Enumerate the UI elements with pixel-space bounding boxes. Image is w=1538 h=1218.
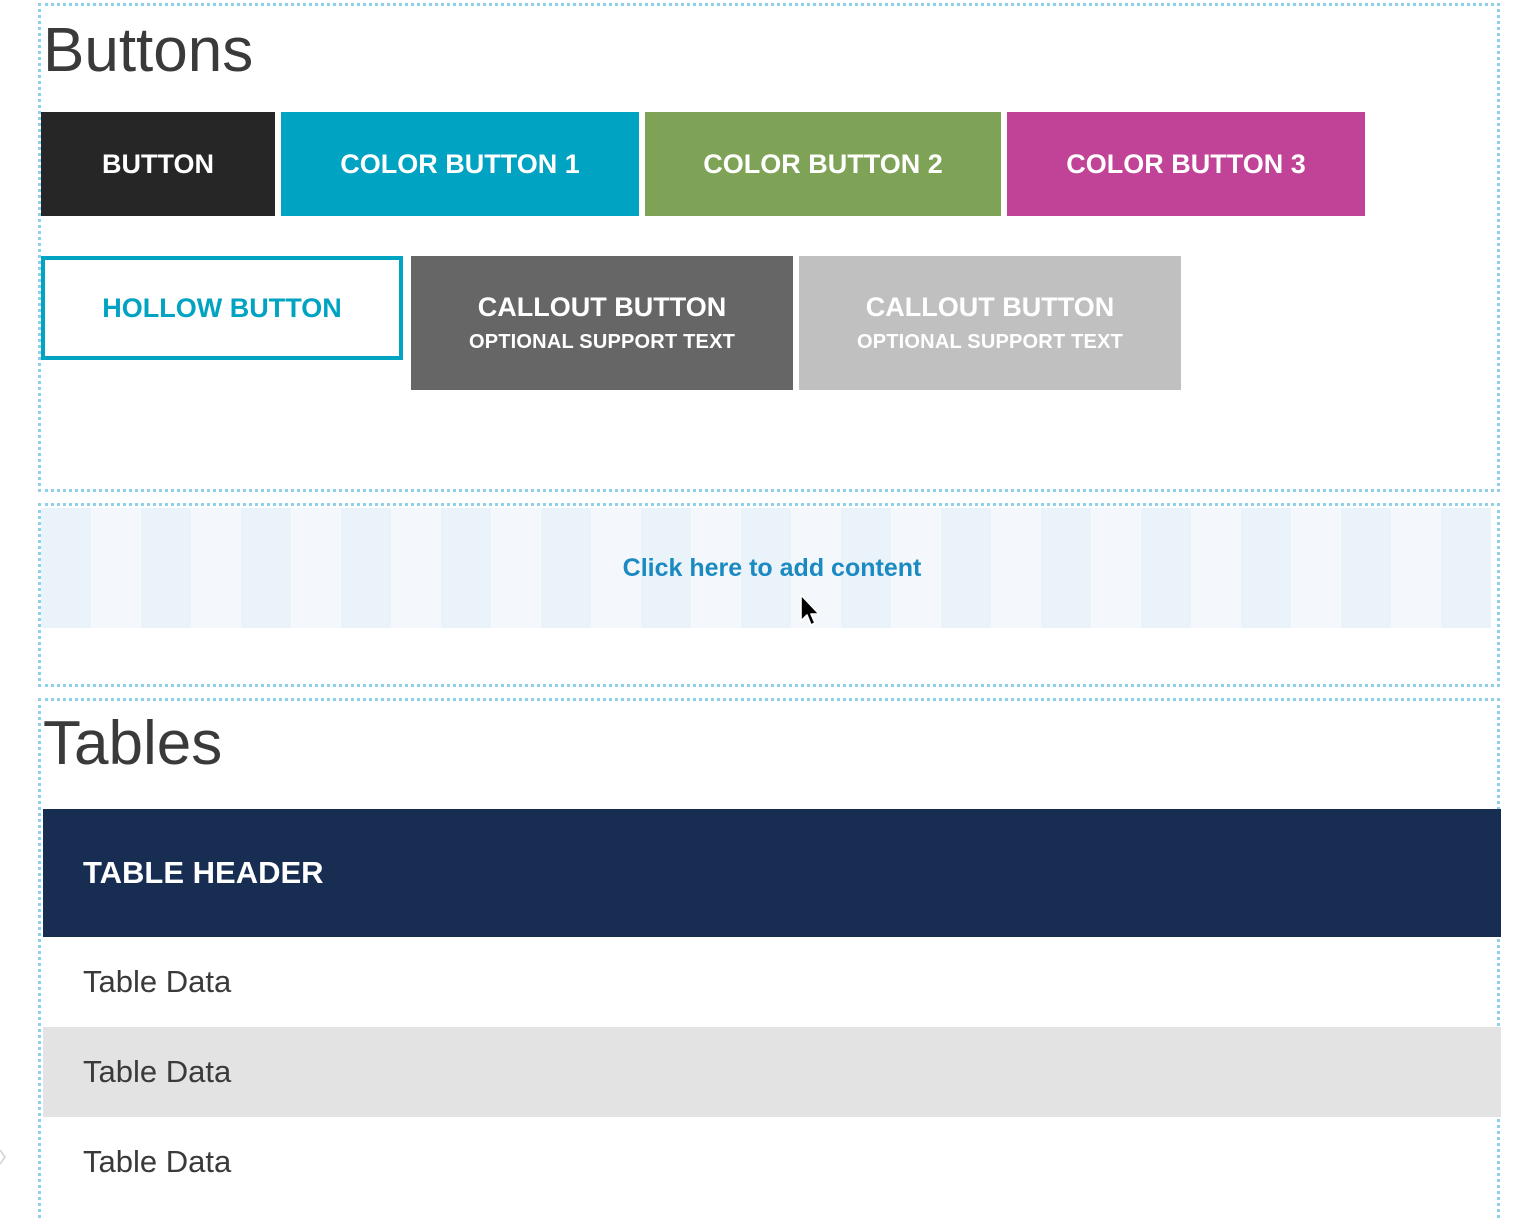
button[interactable]: BUTTON — [41, 112, 275, 216]
hollow-button[interactable]: HOLLOW BUTTON — [41, 256, 403, 360]
table-row: Table Data — [83, 964, 232, 999]
callout-button-dark[interactable]: CALLOUT BUTTON OPTIONAL SUPPORT TEXT — [411, 256, 793, 390]
table-row: Table Data — [43, 1027, 1501, 1117]
color-button-1[interactable]: COLOR BUTTON 1 — [281, 112, 639, 216]
callout-dark-support-text: OPTIONAL SUPPORT TEXT — [468, 331, 736, 353]
hollow-button-label: HOLLOW BUTTON — [102, 292, 342, 323]
tables-heading: Tables — [43, 709, 223, 778]
callout-dark-label: CALLOUT BUTTON — [477, 292, 727, 322]
color-button-3-label: COLOR BUTTON 3 — [1066, 148, 1306, 179]
add-content-section: Click here to add content — [38, 503, 1500, 687]
callout-button-light[interactable]: CALLOUT BUTTON OPTIONAL SUPPORT TEXT — [799, 256, 1181, 390]
buttons-section: Buttons BUTTON COLOR BUTTON 1 COLOR BUTT… — [38, 3, 1500, 492]
buttons-heading: Buttons — [43, 16, 254, 85]
tables-section: Tables TABLE HEADER Table Data Table Dat… — [38, 698, 1501, 1218]
mouse-cursor-icon — [800, 594, 820, 626]
callout-light-support-text: OPTIONAL SUPPORT TEXT — [856, 331, 1124, 353]
color-button-1-label: COLOR BUTTON 1 — [340, 148, 580, 179]
color-button-3[interactable]: COLOR BUTTON 3 — [1007, 112, 1365, 216]
color-button-2[interactable]: COLOR BUTTON 2 — [645, 112, 1001, 216]
data-table: TABLE HEADER Table Data Table Data Table… — [43, 809, 1501, 1207]
add-content-link[interactable]: Click here to add content — [41, 508, 1503, 628]
table-header: TABLE HEADER — [43, 809, 1501, 937]
edge-arrow-icon — [0, 1149, 6, 1165]
callout-light-label: CALLOUT BUTTON — [865, 292, 1115, 322]
color-button-2-label: COLOR BUTTON 2 — [703, 148, 943, 179]
button-label: BUTTON — [102, 148, 214, 179]
table-row: Table Data — [83, 1144, 232, 1179]
